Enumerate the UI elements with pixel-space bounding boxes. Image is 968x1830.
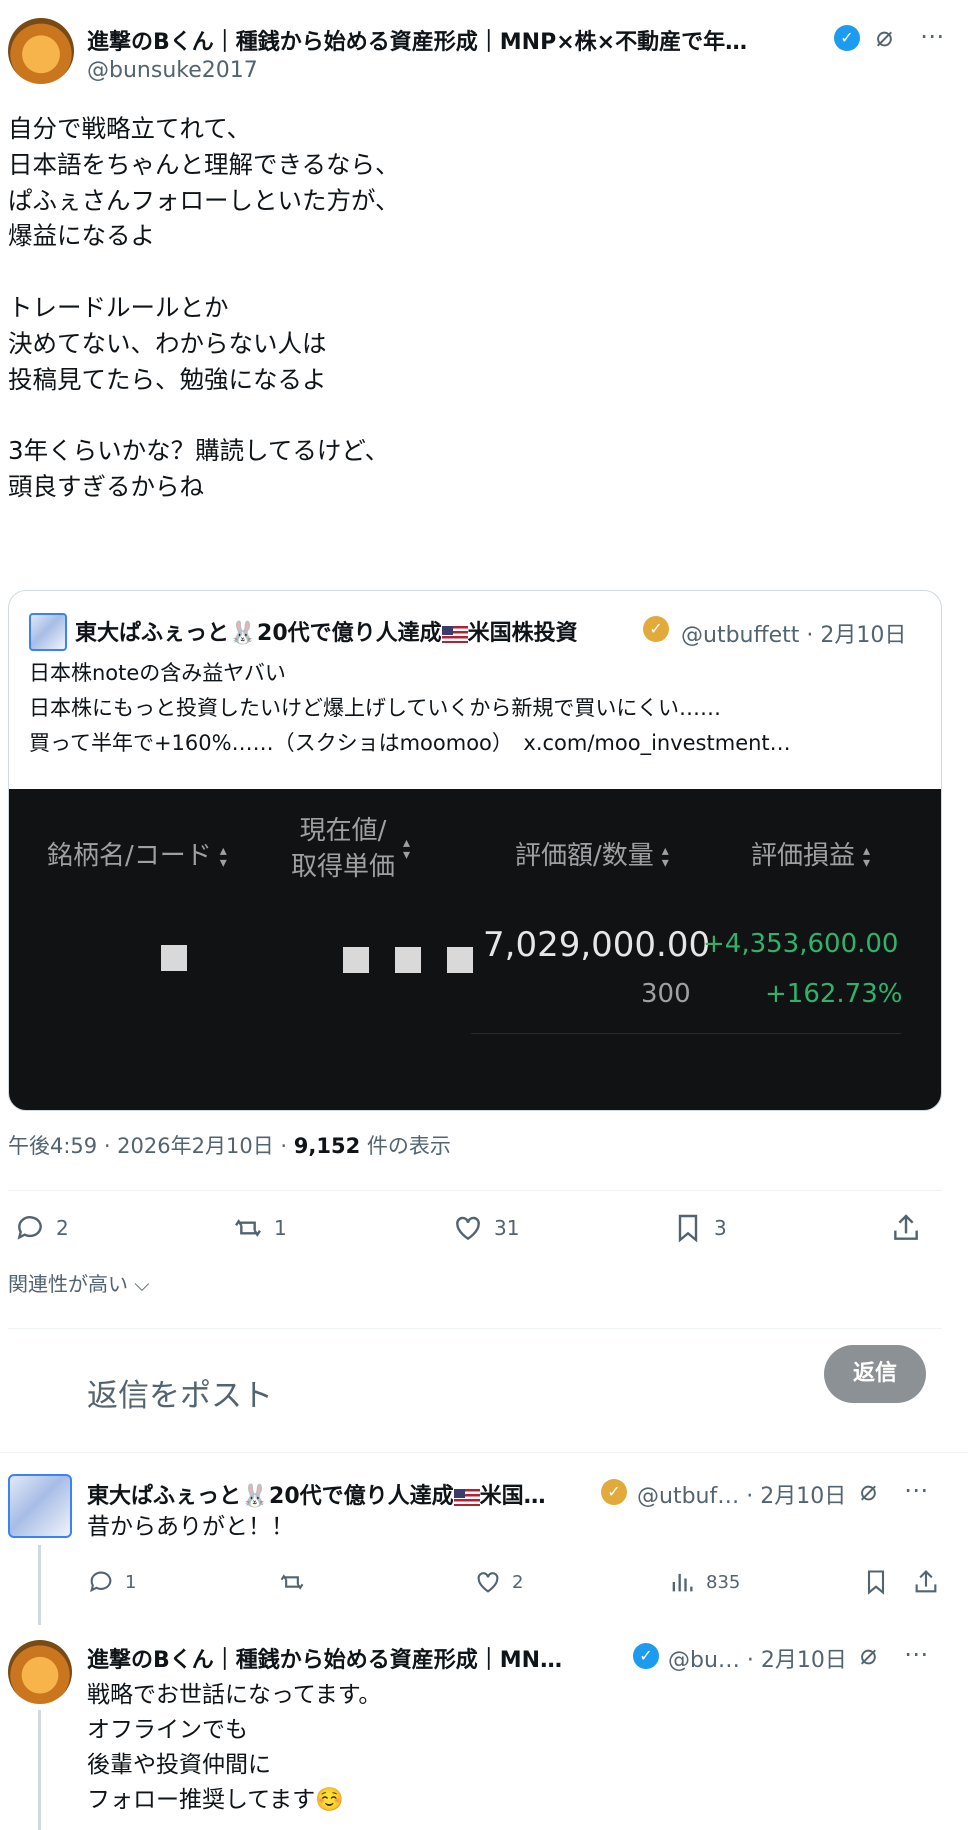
quote-line-3: 買って半年で+160%……（スクショはmoomoo） x.com/moo_inv… — [29, 727, 791, 757]
divider — [8, 1190, 942, 1191]
reply-author-avatar[interactable] — [8, 1640, 72, 1704]
analytics-icon — [668, 1568, 696, 1596]
gold-verified-badge-icon: ✓ — [643, 616, 669, 642]
rabbit-icon: 🐰 — [241, 1484, 269, 1509]
reply-author-name[interactable]: 東大ぱふぇっと🐰20代で億り人達成米国… — [87, 1478, 546, 1510]
reply-input[interactable]: 返信をポスト — [87, 1370, 273, 1415]
quote-line-1: 日本株noteの含み益ヤバい — [29, 657, 286, 687]
reply-body: 戦略でお世話になってます。 オフラインでも 後輩や投資仲間に フォロー推奨してま… — [87, 1678, 381, 1818]
repost-icon — [232, 1212, 264, 1244]
reply-share-action[interactable] — [912, 1568, 940, 1596]
heart-icon — [452, 1212, 484, 1244]
bookmark-action[interactable]: 3 — [672, 1212, 727, 1244]
quantity: 300 — [641, 979, 691, 1009]
bookmark-icon — [862, 1568, 890, 1596]
quote-image[interactable]: 銘柄名/コード▴▾ 現在値/ 取得単価▴▾ 評価額/数量▴▾ 評価損益▴▾ 7,… — [9, 789, 942, 1111]
header-market-value[interactable]: 評価額/数量▴▾ — [515, 835, 669, 872]
author-handle[interactable]: @bunsuke2017 — [87, 58, 258, 83]
quote-handle-date: @utbuffett · 2月10日 — [681, 617, 906, 649]
post-body: 自分で戦略立てれて、 日本語をちゃんと理解できるなら、 ぱふぇさんフォローしとい… — [8, 111, 948, 505]
quote-author-avatar — [29, 613, 67, 651]
reply-icon — [87, 1568, 115, 1596]
sort-icon: ▴▾ — [863, 845, 870, 869]
sort-icon: ▴▾ — [220, 845, 227, 869]
reply-author-avatar[interactable] — [8, 1474, 72, 1538]
market-value: 7,029,000.00 — [483, 925, 710, 965]
heart-icon — [474, 1568, 502, 1596]
repost-icon — [278, 1568, 306, 1596]
more-options-icon[interactable]: ⋯ — [904, 1476, 928, 1504]
repost-action[interactable]: 1 — [232, 1212, 287, 1244]
quoted-post[interactable]: 東大ぱふぇっと🐰20代で億り人達成 米国株投資 ✓ @utbuffett · 2月… — [8, 590, 942, 1111]
reply-handle-date[interactable]: @utbuf… · 2月10日 — [637, 1478, 846, 1510]
quote-line-2: 日本株にもっと投資したいけど爆上げしていくから新規で買いにくい…… — [29, 692, 721, 722]
thread-line — [38, 1545, 41, 1625]
divider — [0, 1452, 968, 1453]
profit-loss-amount: +4,353,600.00 — [703, 929, 898, 959]
post-timestamp[interactable]: 午後4:59 · 2026年2月10日 · 9,152 件の表示 — [8, 1130, 451, 1160]
reply-repost-action[interactable] — [278, 1568, 316, 1596]
verified-badge-icon: ✓ — [834, 25, 860, 51]
row-divider — [471, 1033, 901, 1034]
thread-line — [38, 1710, 41, 1830]
reply-bookmark-action[interactable] — [862, 1568, 890, 1596]
header-profit-loss[interactable]: 評価損益▴▾ — [751, 835, 870, 872]
reply-button[interactable]: 返信 — [824, 1345, 926, 1403]
relevance-sort[interactable]: 関連性が高い ⌵ — [8, 1268, 150, 1297]
bookmark-icon — [672, 1212, 704, 1244]
reply-views-action[interactable]: 835 — [668, 1568, 740, 1596]
reply-body: 昔からありがと！！ — [87, 1510, 294, 1546]
like-action[interactable]: 31 — [452, 1212, 519, 1244]
share-icon — [890, 1212, 922, 1244]
redacted-stock-code — [161, 945, 187, 971]
quote-author-name-part2: 20代で億り人達成 — [257, 621, 442, 646]
us-flag-icon — [442, 626, 468, 643]
grok-icon[interactable]: ⌀ — [860, 1474, 877, 1507]
sort-icon: ▴▾ — [662, 845, 669, 869]
reply-reply-action[interactable]: 1 — [87, 1568, 136, 1596]
chevron-down-icon: ⌵ — [128, 1272, 150, 1296]
redacted-price-1 — [343, 947, 369, 973]
reply-like-action[interactable]: 2 — [474, 1568, 523, 1596]
views-count: 9,152 — [294, 1134, 360, 1158]
gold-verified-badge-icon: ✓ — [601, 1479, 627, 1505]
reply-icon — [14, 1212, 46, 1244]
us-flag-icon — [454, 1489, 480, 1506]
divider — [8, 1328, 942, 1329]
reply-handle-date[interactable]: @bu… · 2月10日 — [668, 1642, 847, 1674]
quote-author-name-part1: 東大ぱふぇっと — [75, 621, 229, 646]
redacted-price-3 — [447, 947, 473, 973]
more-options-icon[interactable]: ⋯ — [920, 22, 944, 50]
reply-author-name[interactable]: 進撃のBくん｜種銭から始める資産形成｜MN… — [87, 1642, 627, 1674]
share-icon — [912, 1568, 940, 1596]
quote-author-name: 東大ぱふぇっと🐰20代で億り人達成 米国株投資 — [75, 615, 578, 647]
sort-icon: ▴▾ — [403, 837, 410, 861]
author-avatar[interactable] — [8, 18, 74, 84]
header-price[interactable]: 現在値/ 取得単価▴▾ — [291, 813, 410, 885]
author-name[interactable]: 進撃のBくん｜種銭から始める資産形成｜MNP×株×不動産で年… — [87, 24, 827, 56]
verified-badge-icon: ✓ — [633, 1643, 659, 1669]
more-options-icon[interactable]: ⋯ — [904, 1640, 928, 1668]
rabbit-icon: 🐰 — [229, 621, 257, 646]
grok-icon[interactable]: ⌀ — [860, 1638, 877, 1671]
profit-loss-percent: +162.73% — [765, 979, 902, 1009]
reply-action[interactable]: 2 — [14, 1212, 69, 1244]
quote-author-name-part3: 米国株投資 — [468, 621, 578, 646]
grok-icon[interactable]: ⌀ — [876, 20, 893, 53]
share-action[interactable] — [890, 1212, 922, 1244]
header-stock-name[interactable]: 銘柄名/コード▴▾ — [47, 835, 227, 872]
redacted-price-2 — [395, 947, 421, 973]
